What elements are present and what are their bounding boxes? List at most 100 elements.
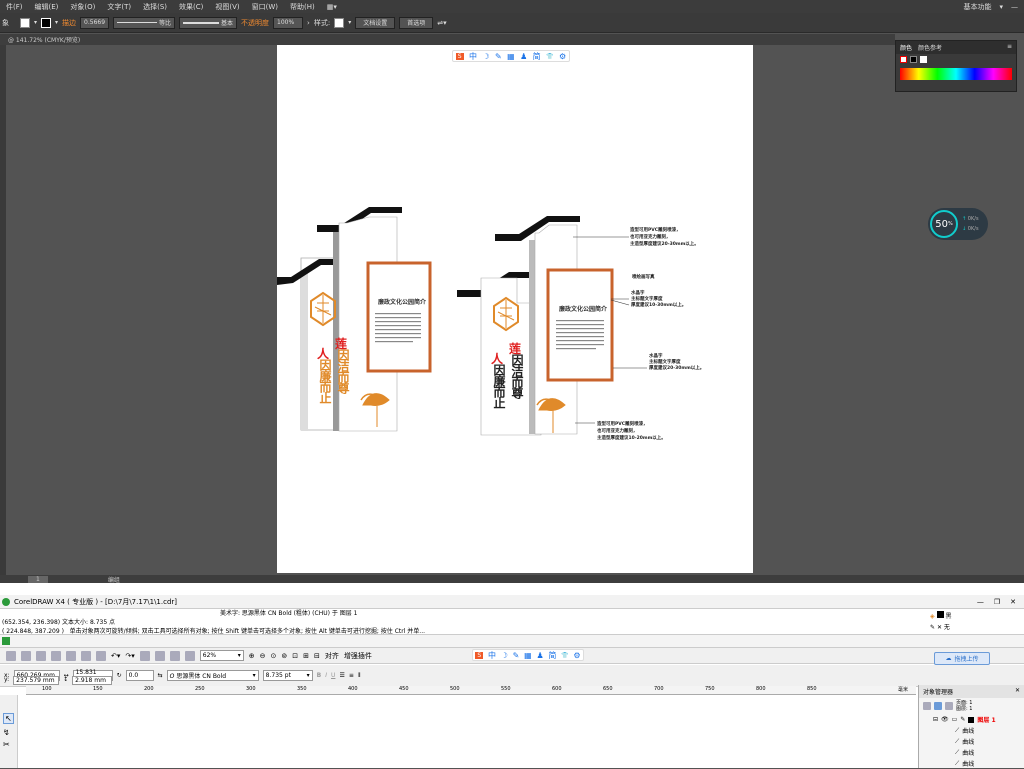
angle-field[interactable]: 0.0 [125, 670, 154, 681]
cut-icon[interactable] [66, 650, 76, 661]
user-icon[interactable]: ♟ [536, 651, 543, 660]
cdr-canvas[interactable] [18, 695, 918, 768]
bridge-icon[interactable]: ▦▾ [321, 3, 343, 11]
artboard-nav-field[interactable]: 1 [28, 575, 48, 583]
pick-tool-icon[interactable]: ↖ [3, 713, 14, 724]
zoom-width-icon[interactable]: ⊞ [303, 652, 309, 660]
fill-swatch[interactable] [20, 17, 30, 28]
new-icon[interactable] [6, 650, 16, 661]
eye-icon[interactable]: 👁 [941, 716, 949, 723]
moon-icon[interactable]: ☽ [482, 52, 489, 61]
variable-width-profile[interactable]: 等比 [113, 16, 176, 29]
edit-pen-icon[interactable]: ✎ [960, 716, 965, 723]
pen-icon[interactable]: ✎ [513, 651, 520, 660]
gear-icon[interactable]: ⚙ [559, 52, 566, 61]
stroke-swatch[interactable] [41, 17, 52, 28]
show-properties-icon[interactable] [923, 702, 931, 710]
none-swatch-icon[interactable] [900, 56, 907, 63]
snap-dropdown[interactable]: 对齐 [325, 651, 339, 661]
zoom-level-select[interactable]: 62% ▾ [199, 650, 244, 661]
object-row[interactable]: ⟋ 曲线 [919, 725, 1024, 736]
gear-icon[interactable]: ⚙ [573, 651, 580, 660]
menu-select[interactable]: 选择(S) [137, 2, 173, 12]
zoom-out-icon[interactable]: ⊖ [260, 652, 266, 660]
opacity-label[interactable]: 不透明度 [241, 18, 269, 28]
save-icon[interactable] [36, 650, 46, 661]
sogou-icon[interactable]: S [475, 651, 484, 659]
simplified-icon[interactable]: 简 [533, 51, 541, 62]
chevron-right-icon[interactable]: › [307, 19, 310, 27]
shape-tool-icon[interactable]: ↯ [3, 728, 14, 737]
chevron-down-icon[interactable]: ▾ [55, 19, 58, 26]
white-swatch[interactable] [920, 56, 927, 63]
crop-tool-icon[interactable]: ✂ [3, 740, 14, 749]
graphic-style-swatch[interactable] [334, 17, 345, 28]
black-swatch[interactable] [910, 56, 917, 63]
export-icon[interactable] [154, 650, 165, 661]
layer-row[interactable]: ⊟ 👁 ▭ ✎ 图层 1 [919, 714, 1024, 725]
stroke-weight-field[interactable]: 0.5669 [80, 16, 110, 29]
preferences-button[interactable]: 首选项 [399, 16, 434, 29]
artboard[interactable]: 廉政文化公园简介 莲 因洁而尊 人 因廉而止 廉政文化公园简介 莲 因洁而尊 人… [277, 45, 753, 573]
stroke-label[interactable]: 描边 [62, 18, 76, 28]
document-setup-button[interactable]: 文档设置 [355, 16, 396, 29]
menu-file[interactable]: 件(F) [0, 2, 29, 12]
collapse-icon[interactable]: ⊟ [933, 716, 938, 723]
skin-icon[interactable]: 👕 [546, 53, 553, 60]
mirror-h-icon[interactable]: ⇆ [158, 672, 163, 679]
italic-icon[interactable]: I [325, 672, 327, 679]
object-row[interactable]: ⟋ 曲线 [919, 736, 1024, 747]
tab-color-guide[interactable]: 颜色参考 [918, 43, 942, 52]
lang-toggle-icon[interactable]: 中 [469, 51, 477, 62]
network-speed-widget[interactable]: 50% ↑ 0K/s ↓ 0K/s [928, 208, 988, 240]
printer-icon[interactable]: ▭ [952, 716, 958, 723]
zoom-in-icon[interactable]: ⊕ [249, 652, 255, 660]
brush-definition[interactable]: 基本 [179, 16, 238, 29]
color-spectrum[interactable] [900, 68, 1012, 80]
import-icon[interactable] [139, 650, 150, 661]
zoom-selected-icon[interactable]: ⊙ [271, 652, 277, 660]
simplified-icon[interactable]: 简 [548, 650, 556, 661]
zoom-height-icon[interactable]: ⊟ [314, 652, 320, 660]
zoom-all-icon[interactable]: ⊚ [281, 652, 287, 660]
text-horizontal-icon[interactable]: ≡ [349, 672, 354, 679]
zoom-page-icon[interactable]: ⊡ [292, 652, 298, 660]
welcome-icon[interactable] [184, 650, 195, 661]
menu-edit[interactable]: 编辑(E) [29, 2, 65, 12]
layer-manager-icon[interactable] [945, 702, 953, 710]
menu-help[interactable]: 帮助(H) [284, 2, 321, 12]
bold-icon[interactable]: B [317, 672, 322, 679]
underline-icon[interactable]: U [331, 672, 335, 679]
user-icon[interactable]: ♟ [520, 52, 527, 61]
minimize-icon[interactable]: — [1011, 3, 1018, 11]
print-icon[interactable] [51, 650, 61, 661]
menu-window[interactable]: 窗口(W) [246, 2, 284, 12]
app-launcher-icon[interactable] [169, 650, 180, 661]
object-row[interactable]: ⟋ 曲线 [919, 747, 1024, 758]
font-family-select[interactable]: O 思源黑体 CN Bold ▾ [166, 670, 259, 681]
cdr-doc-icon[interactable] [2, 637, 10, 645]
edit-across-layers-icon[interactable] [934, 702, 942, 710]
tab-color[interactable]: 颜色 [900, 43, 912, 52]
keyboard-icon[interactable]: ▦ [507, 52, 515, 61]
close-icon[interactable]: ✕ [1015, 687, 1020, 696]
text-vertical-icon[interactable]: ⦀ [358, 672, 361, 680]
paste-icon[interactable] [96, 650, 106, 661]
redo-icon[interactable]: ↷▾ [125, 652, 134, 660]
plugin-button[interactable]: 增强插件 [344, 651, 372, 661]
arrange-docs-icon[interactable]: ⇌▾ [437, 19, 446, 27]
y-position-field[interactable]: 237.579 mm [13, 676, 60, 685]
document-tab[interactable]: @ 141.72% (CMYK/预览) [0, 34, 895, 45]
font-size-select[interactable]: 8.735 pt ▾ [262, 670, 313, 681]
keyboard-icon[interactable]: ▦ [524, 651, 532, 660]
opacity-field[interactable]: 100% [273, 16, 304, 29]
chevron-down-icon[interactable]: ▾ [34, 19, 37, 26]
copy-icon[interactable] [81, 650, 91, 661]
close-icon[interactable]: ✕ [1010, 598, 1016, 606]
object-row[interactable]: ⟋ 曲线 [919, 758, 1024, 769]
align-icon[interactable]: ☰ [339, 672, 344, 679]
skin-icon[interactable]: 👕 [561, 652, 568, 659]
sogou-icon[interactable]: S [455, 52, 464, 60]
moon-icon[interactable]: ☽ [501, 651, 508, 660]
height-field[interactable]: 2.918 mm [72, 676, 113, 685]
